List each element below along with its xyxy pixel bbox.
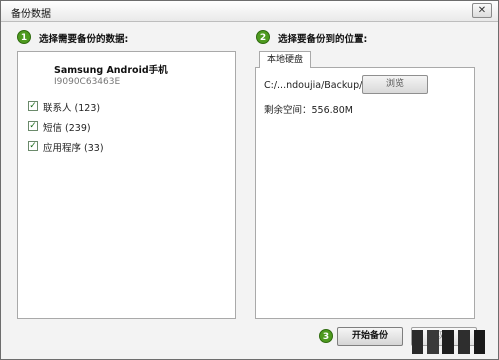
start-backup-button[interactable]: 开始备份 <box>337 327 403 346</box>
sms-label: 短信 (239) <box>43 123 91 134</box>
contacts-checkbox[interactable]: ✓ <box>28 101 38 111</box>
watermark-block-3 <box>442 330 454 354</box>
step3-badge: 3 <box>319 329 333 343</box>
step1-label: 选择需要备份的数据: <box>39 34 129 45</box>
apps-label: 应用程序 (33) <box>43 143 104 154</box>
tab-local-disk[interactable]: 本地硬盘 <box>259 51 311 68</box>
sms-checkbox[interactable]: ✓ <box>28 121 38 131</box>
step2-badge: 2 <box>256 30 270 44</box>
watermark-block-2 <box>427 330 439 354</box>
data-selection-panel: Samsung Android手机 I9090C63463E ✓ 联系人 (12… <box>17 51 236 319</box>
title-bar: 备份数据 ✕ <box>1 1 498 22</box>
close-icon: ✕ <box>477 5 487 16</box>
location-panel: C:/...ndoujia/Backup/ 浏览 剩余空间：556.80M <box>255 67 475 319</box>
watermark-block-1 <box>412 330 423 354</box>
device-name: Samsung Android手机 <box>54 65 168 76</box>
close-button[interactable]: ✕ <box>472 3 492 18</box>
browse-button[interactable]: 浏览 <box>362 75 428 94</box>
backup-dialog: 备份数据 ✕ 1 选择需要备份的数据: Samsung Android手机 I9… <box>0 0 499 360</box>
free-space: 剩余空间：556.80M <box>264 105 353 116</box>
contacts-label: 联系人 (123) <box>43 103 101 114</box>
window-title: 备份数据 <box>11 9 51 20</box>
backup-path: C:/...ndoujia/Backup/ <box>264 80 363 91</box>
watermark-block-5 <box>474 330 485 354</box>
apps-checkbox[interactable]: ✓ <box>28 141 38 151</box>
step2-label: 选择要备份到的位置: <box>278 34 368 45</box>
device-id: I9090C63463E <box>54 77 121 87</box>
step1-badge: 1 <box>17 30 31 44</box>
watermark-block-4 <box>458 330 470 354</box>
